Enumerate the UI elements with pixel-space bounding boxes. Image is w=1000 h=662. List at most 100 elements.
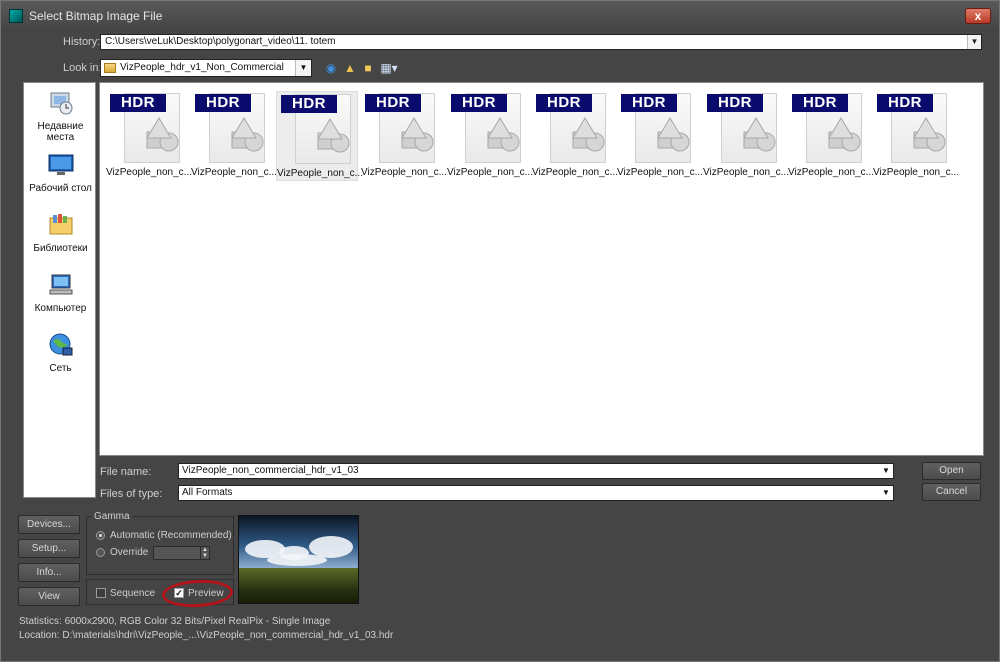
up-folder-icon[interactable]: ▲	[343, 61, 357, 75]
file-name-label: VizPeople_non_c...	[788, 167, 874, 178]
setup-button[interactable]: Setup...	[18, 539, 80, 558]
file-item[interactable]: HDR VizPeople_non_c...	[703, 91, 789, 181]
file-name-label: VizPeople_non_c...	[703, 167, 789, 178]
file-name-label: VizPeople_non_c...	[617, 167, 703, 178]
cancel-button[interactable]: Cancel	[922, 483, 981, 501]
location-text: Location: D:\materials\hdri\VizPeople_..…	[19, 630, 394, 641]
new-folder-icon[interactable]: ■	[361, 61, 375, 75]
file-item[interactable]: HDR VizPeople_non_c...	[361, 91, 447, 181]
hdr-badge: HDR	[792, 94, 848, 112]
image-shapes-icon	[828, 117, 861, 152]
image-preview	[238, 515, 359, 604]
devices-button[interactable]: Devices...	[18, 515, 80, 534]
recent-places-icon	[50, 92, 72, 115]
file-name-label: VizPeople_non_c...	[277, 168, 363, 179]
hdr-badge: HDR	[110, 94, 166, 112]
place-computer[interactable]: Компьютер	[24, 273, 97, 314]
image-shapes-icon	[231, 117, 264, 152]
file-item[interactable]: HDR VizPeople_non_c...	[873, 91, 959, 181]
chevron-down-icon[interactable]: ▼	[295, 60, 311, 76]
place-label-line1: Недавние	[37, 121, 84, 132]
files-of-type-dropdown[interactable]: All Formats ▼	[178, 485, 894, 501]
sequence-checkbox[interactable]	[96, 588, 106, 598]
place-network[interactable]: Сеть	[24, 333, 97, 374]
history-dropdown[interactable]: C:\Users\veLuk\Desktop\polygonart_video\…	[100, 34, 982, 50]
chevron-down-icon[interactable]: ▼	[967, 35, 981, 49]
image-shapes-icon	[913, 117, 946, 152]
image-shapes-icon	[657, 117, 690, 152]
file-item[interactable]: HDR VizPeople_non_c...	[617, 91, 703, 181]
look-in-value: VizPeople_hdr_v1_Non_Commercial	[120, 62, 284, 73]
files-of-type-label: Files of type:	[100, 488, 163, 500]
hdr-badge: HDR	[877, 94, 933, 112]
file-name-label: VizPeople_non_c...	[447, 167, 533, 178]
history-value: C:\Users\veLuk\Desktop\polygonart_video\…	[105, 36, 336, 47]
hdr-badge: HDR	[707, 94, 763, 112]
files-of-type-value: All Formats	[182, 487, 233, 498]
file-item[interactable]: HDR VizPeople_non_c...	[106, 91, 192, 181]
history-label: History:	[63, 36, 101, 48]
spinner-arrows-icon[interactable]: ▲ ▼	[200, 547, 209, 559]
file-item-selected[interactable]: HDR VizPeople_non_c...	[276, 91, 363, 181]
place-label: Сеть	[49, 363, 72, 374]
folder-icon	[104, 63, 116, 73]
file-name-label: VizPeople_non_c...	[873, 167, 959, 178]
desktop-icon	[48, 154, 73, 175]
select-bitmap-dialog: Select Bitmap Image File x History: C:\U…	[0, 0, 1000, 662]
place-label: Рабочий стол	[29, 183, 92, 194]
place-recent[interactable]: Недавние места	[24, 91, 97, 143]
preview-cloud	[267, 554, 327, 566]
window-title: Select Bitmap Image File	[29, 9, 163, 23]
hdr-badge: HDR	[195, 94, 251, 112]
chevron-down-icon[interactable]: ▼	[880, 487, 892, 499]
view-button[interactable]: View	[18, 587, 80, 606]
look-in-label: Look in:	[63, 62, 102, 74]
file-name-label: VizPeople_non_c...	[191, 167, 277, 178]
gamma-automatic-label: Automatic (Recommended)	[110, 530, 232, 541]
file-item[interactable]: HDR VizPeople_non_c...	[532, 91, 618, 181]
network-icon	[49, 333, 72, 356]
file-name-label: VizPeople_non_c...	[106, 167, 192, 178]
image-shapes-icon	[572, 117, 605, 152]
image-shapes-icon	[317, 118, 350, 153]
file-name-label: VizPeople_non_c...	[532, 167, 618, 178]
look-in-dropdown[interactable]: VizPeople_hdr_v1_Non_Commercial ▼	[100, 59, 312, 77]
open-button[interactable]: Open	[922, 462, 981, 480]
file-item[interactable]: HDR VizPeople_non_c...	[191, 91, 277, 181]
title-bar: Select Bitmap Image File x	[1, 1, 999, 31]
place-desktop[interactable]: Рабочий стол	[24, 153, 97, 194]
file-item[interactable]: HDR VizPeople_non_c...	[788, 91, 874, 181]
gamma-title: Gamma	[92, 511, 132, 522]
gamma-override-label: Override	[110, 547, 149, 558]
gamma-automatic-radio[interactable]	[96, 531, 105, 540]
hdr-badge: HDR	[451, 94, 507, 112]
places-bar: Недавние места Рабочий стол Библиотеки К…	[23, 82, 96, 498]
file-list[interactable]: HDR VizPeople_non_c... HDR VizPeople_non…	[99, 82, 984, 456]
file-name-value: VizPeople_non_commercial_hdr_v1_03	[182, 465, 359, 476]
hdr-badge: HDR	[365, 94, 421, 112]
hdr-badge: HDR	[536, 94, 592, 112]
file-item[interactable]: HDR VizPeople_non_c...	[447, 91, 533, 181]
gamma-override-spinner[interactable]: ▲ ▼	[153, 546, 210, 560]
place-label: Библиотеки	[33, 243, 88, 254]
hdr-badge: HDR	[281, 95, 337, 113]
hdr-badge: HDR	[621, 94, 677, 112]
back-icon[interactable]: ◉	[324, 61, 338, 75]
file-name-input[interactable]: VizPeople_non_commercial_hdr_v1_03 ▼	[178, 463, 894, 479]
file-name-label: File name:	[100, 466, 152, 478]
view-menu-icon[interactable]: ▦▾	[379, 61, 399, 75]
info-button[interactable]: Info...	[18, 563, 80, 582]
place-libraries[interactable]: Библиотеки	[24, 213, 97, 254]
preview-ground	[239, 568, 358, 603]
image-shapes-icon	[146, 117, 179, 152]
chevron-down-icon[interactable]: ▼	[880, 465, 892, 477]
close-button[interactable]: x	[965, 8, 991, 24]
gamma-override-radio[interactable]	[96, 548, 105, 557]
app-icon	[9, 9, 23, 23]
file-name-label: VizPeople_non_c...	[361, 167, 447, 178]
image-shapes-icon	[487, 117, 520, 152]
libraries-icon	[49, 214, 72, 235]
statistics-text: Statistics: 6000x2900, RGB Color 32 Bits…	[19, 616, 331, 627]
place-label: Компьютер	[34, 303, 87, 314]
computer-icon	[49, 274, 72, 295]
